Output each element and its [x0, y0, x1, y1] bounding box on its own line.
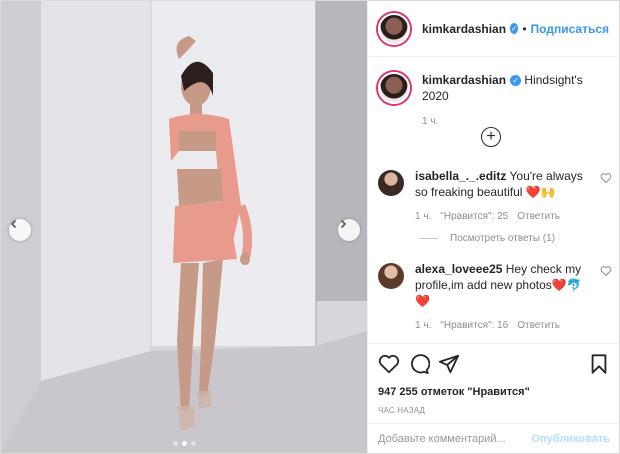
replies-divider-line	[420, 238, 438, 239]
post-header: kimkardashian ✓ • Подписаться	[368, 1, 619, 57]
comment-body: isabella_._.editz You're always so freak…	[415, 168, 593, 225]
save-bookmark-icon[interactable]	[588, 353, 610, 375]
comment-likes[interactable]: "Нравится": 25	[440, 209, 508, 225]
caption-author-avatar[interactable]	[378, 72, 410, 104]
comment-meta: 1 ч. "Нравится": 16 Ответить	[415, 318, 593, 334]
comment-body: alexa_loveee25 Hey check my profile,im a…	[415, 261, 593, 334]
reply-button[interactable]: Ответить	[517, 318, 560, 334]
view-replies-label: Посмотреть ответы (1)	[450, 233, 556, 244]
comment-username[interactable]: alexa_loveee25	[415, 262, 502, 276]
author-username[interactable]: kimkardashian	[422, 22, 506, 36]
instagram-post: kimkardashian ✓ • Подписаться kimkardash…	[0, 0, 620, 454]
caption-username[interactable]: kimkardashian	[422, 73, 506, 87]
plus-circle-icon: +	[486, 128, 496, 145]
comment-meta: 1 ч. "Нравится": 25 Ответить	[415, 209, 593, 225]
comment-username[interactable]: isabella_._.editz	[415, 169, 506, 183]
likes-count[interactable]: 947 255 отметок "Нравится"	[378, 386, 610, 398]
load-more-comments-button[interactable]: +	[481, 127, 501, 147]
post-side-panel: kimkardashian ✓ • Подписаться kimkardash…	[367, 1, 620, 453]
comment-bubble-icon[interactable]	[408, 353, 430, 375]
author-avatar[interactable]	[378, 12, 410, 45]
comment-item: alexa_loveee25 Hey check my profile,im a…	[378, 261, 614, 334]
view-replies-button[interactable]: Посмотреть ответы (1)	[420, 233, 555, 244]
comment-item: isabella_._.editz You're always so freak…	[378, 168, 614, 225]
like-comment-heart-icon[interactable]	[600, 172, 612, 184]
caption-body: kimkardashian ✓ Hindsight's 2020 1 ч.	[422, 72, 610, 130]
reply-button[interactable]: Ответить	[517, 209, 560, 225]
add-comment-bar: Опубликовать	[368, 423, 620, 453]
comments-section[interactable]: kimkardashian ✓ Hindsight's 2020 1 ч. + i…	[368, 58, 620, 343]
carousel-dot	[191, 441, 196, 446]
comment-likes[interactable]: "Нравится": 16	[440, 318, 508, 334]
post-caption: kimkardashian ✓ Hindsight's 2020 1 ч.	[368, 58, 620, 130]
verified-badge-icon: ✓	[510, 23, 519, 34]
action-icons-row	[378, 352, 610, 376]
verified-badge-icon: ✓	[510, 75, 522, 87]
commenter-avatar[interactable]	[378, 263, 404, 289]
share-paper-plane-icon[interactable]	[438, 353, 460, 375]
commenter-avatar[interactable]	[378, 170, 404, 196]
publish-button[interactable]: Опубликовать	[531, 433, 610, 445]
comment-time: 1 ч.	[415, 320, 432, 331]
carousel-dot	[173, 441, 178, 446]
caption-time: 1 ч.	[422, 116, 439, 127]
carousel-indicator	[173, 441, 196, 446]
header-separator: •	[522, 21, 527, 36]
chevron-left-icon	[10, 219, 17, 229]
like-comment-heart-icon[interactable]	[600, 265, 612, 277]
post-photo[interactable]	[1, 1, 367, 453]
chevron-right-icon	[340, 219, 347, 229]
follow-button[interactable]: Подписаться	[531, 22, 609, 36]
post-timestamp: ЧАС НАЗАД	[378, 406, 426, 415]
next-photo-button[interactable]	[338, 219, 360, 241]
carousel-dot-active	[182, 441, 187, 446]
photo-illustration	[1, 1, 367, 453]
comment-input[interactable]	[378, 432, 532, 445]
comment-time: 1 ч.	[415, 211, 432, 222]
post-actions: 947 255 отметок "Нравится" ЧАС НАЗАД	[368, 343, 620, 415]
previous-photo-button[interactable]	[9, 219, 31, 241]
like-heart-icon[interactable]	[378, 353, 400, 375]
